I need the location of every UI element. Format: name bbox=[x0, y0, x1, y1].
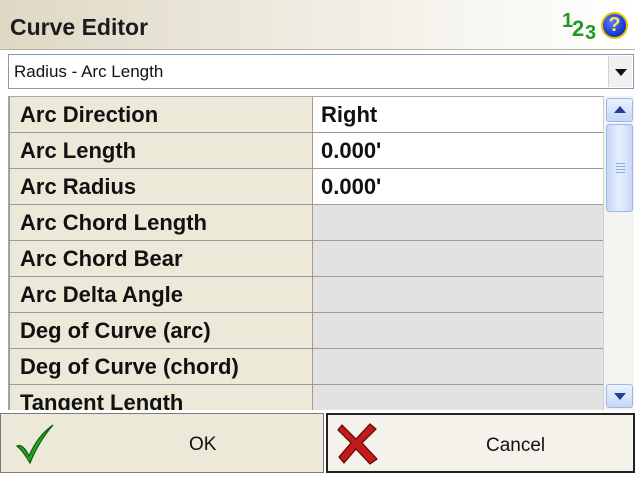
curve-type-dropdown[interactable]: Radius - Arc Length bbox=[8, 54, 634, 89]
window-title: Curve Editor bbox=[10, 14, 149, 40]
row-value-input[interactable]: Right bbox=[313, 97, 603, 133]
row-label: Arc Chord Length bbox=[9, 205, 313, 241]
grid-scrollbar[interactable] bbox=[603, 96, 634, 410]
scroll-up-icon[interactable] bbox=[606, 98, 633, 122]
grid-row-tangent-length: Tangent Length bbox=[9, 385, 603, 410]
ok-button[interactable]: OK bbox=[0, 413, 324, 473]
grid-row-arc-chord-bear: Arc Chord Bear bbox=[9, 241, 603, 277]
cancel-x-icon bbox=[337, 423, 378, 465]
ok-label: OK bbox=[189, 434, 217, 455]
row-label: Deg of Curve (chord) bbox=[9, 349, 313, 385]
scroll-down-icon[interactable] bbox=[606, 384, 633, 408]
row-value-input[interactable]: 0.000' bbox=[313, 133, 603, 169]
cancel-button[interactable]: Cancel bbox=[326, 413, 635, 473]
row-label: Arc Chord Bear bbox=[9, 241, 313, 277]
row-label: Deg of Curve (arc) bbox=[9, 313, 313, 349]
cancel-label: Cancel bbox=[486, 435, 546, 456]
grid-row-arc-chord-length: Arc Chord Length bbox=[9, 205, 603, 241]
row-value-readonly bbox=[313, 277, 603, 313]
row-value-input[interactable]: 0.000' bbox=[313, 169, 603, 205]
curve-parameters-grid: Arc Direction Right Arc Length 0.000' Ar… bbox=[8, 96, 603, 410]
grid-row-arc-radius: Arc Radius 0.000' bbox=[9, 169, 603, 205]
row-label: Arc Delta Angle bbox=[9, 277, 313, 313]
curve-type-selected: Radius - Arc Length bbox=[14, 62, 164, 81]
title-bar: Curve Editor 123 ? bbox=[0, 0, 635, 50]
number-format-icon[interactable]: 123 bbox=[562, 9, 598, 43]
row-value-readonly bbox=[313, 241, 603, 277]
row-value-readonly bbox=[313, 313, 603, 349]
checkmark-icon bbox=[15, 424, 54, 465]
row-label: Arc Radius bbox=[9, 169, 313, 205]
row-value-readonly bbox=[313, 205, 603, 241]
chevron-down-icon[interactable] bbox=[608, 56, 632, 87]
grid-row-arc-delta-angle: Arc Delta Angle bbox=[9, 277, 603, 313]
row-label: Arc Direction bbox=[9, 97, 313, 133]
grip-icon bbox=[616, 163, 625, 175]
grid-row-arc-length: Arc Length 0.000' bbox=[9, 133, 603, 169]
row-value-readonly bbox=[313, 385, 603, 410]
row-label: Tangent Length bbox=[9, 385, 313, 410]
row-label: Arc Length bbox=[9, 133, 313, 169]
grid-row-arc-direction: Arc Direction Right bbox=[9, 97, 603, 133]
grid-row-deg-curve-arc: Deg of Curve (arc) bbox=[9, 313, 603, 349]
grid-row-deg-curve-chord: Deg of Curve (chord) bbox=[9, 349, 603, 385]
row-value-readonly bbox=[313, 349, 603, 385]
help-icon[interactable]: ? bbox=[601, 12, 628, 39]
scroll-thumb[interactable] bbox=[606, 124, 633, 212]
